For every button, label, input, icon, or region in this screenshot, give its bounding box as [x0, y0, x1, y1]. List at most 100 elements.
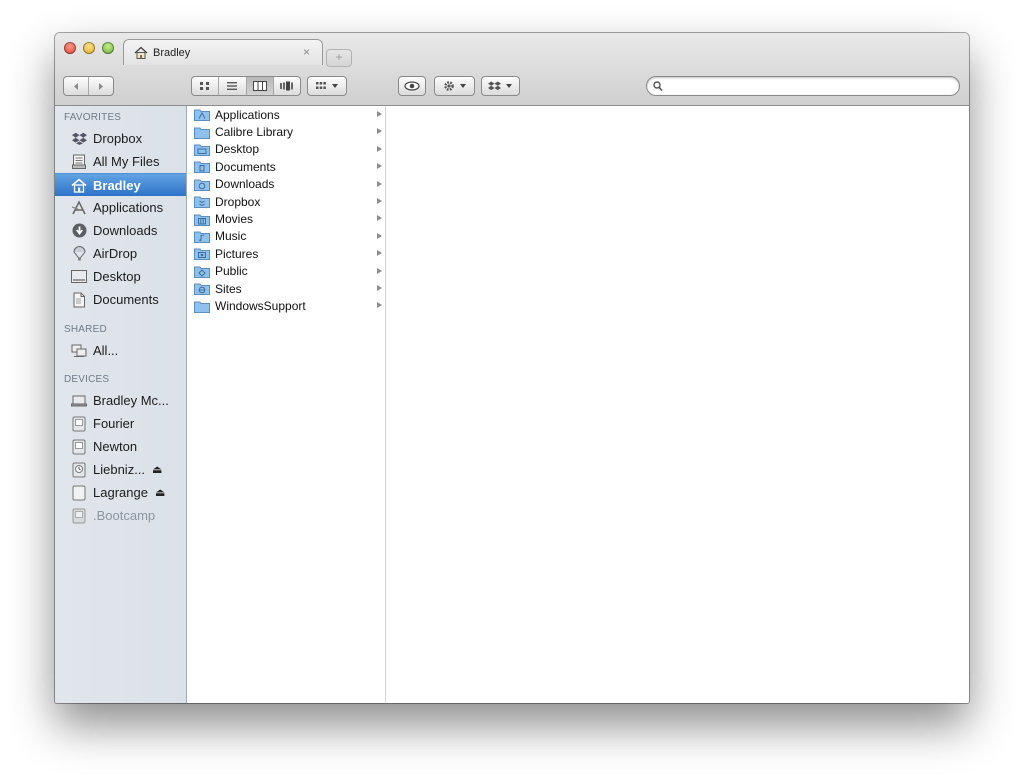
applications-folder-icon: [194, 109, 210, 122]
sidebar-item-label: All...: [93, 343, 119, 358]
forward-button[interactable]: [89, 77, 113, 95]
sidebar-item-desktop[interactable]: Desktop: [55, 265, 186, 288]
desktop-icon: [71, 270, 87, 283]
icon-view-button[interactable]: [192, 77, 220, 95]
sidebar-item-label: Desktop: [93, 269, 141, 284]
arrange-button[interactable]: [307, 76, 347, 96]
list-item-movies[interactable]: Movies: [187, 210, 385, 227]
sidebar-item-label: Dropbox: [93, 131, 143, 146]
column-view-button[interactable]: [246, 77, 274, 95]
sidebar-item-bootcamp[interactable]: .Bootcamp: [55, 504, 186, 527]
sidebar-item-label: Downloads: [93, 223, 158, 238]
sidebar: FAVORITES Dropbox All My Files Bradley A…: [55, 106, 187, 703]
action-button[interactable]: [434, 76, 475, 96]
sidebar-item-shared-all[interactable]: All...: [55, 339, 186, 362]
sidebar-item-label: AirDrop: [93, 246, 138, 261]
search-input[interactable]: [667, 78, 952, 94]
sidebar-item-label: Lagrange: [93, 485, 148, 500]
disclosure-arrow-icon: [377, 180, 382, 187]
disclosure-arrow-icon: [377, 215, 382, 222]
laptop-icon: [71, 395, 87, 406]
drive-icon: [72, 439, 86, 454]
disclosure-arrow-icon: [377, 198, 382, 204]
back-button[interactable]: [64, 77, 89, 95]
title-toolbar: Bradley × +: [55, 33, 969, 106]
airdrop-icon: [73, 246, 85, 261]
arrange-icon: [316, 82, 326, 89]
icon-grid-icon: [200, 82, 210, 90]
sidebar-item-newton[interactable]: Newton: [55, 435, 186, 458]
disclosure-arrow-icon: [377, 267, 382, 274]
new-tab-button[interactable]: +: [326, 49, 352, 67]
list-item-label: Desktop: [215, 142, 260, 157]
disclosure-arrow-icon: [377, 128, 382, 135]
search-icon: [653, 81, 663, 92]
coverflow-view-button[interactable]: [274, 77, 300, 95]
sidebar-item-downloads[interactable]: Downloads: [55, 219, 186, 242]
sidebar-item-dropbox[interactable]: Dropbox: [55, 127, 186, 150]
eject-icon[interactable]: ⏏: [152, 463, 162, 476]
list-item-documents[interactable]: Documents: [187, 158, 385, 175]
sidebar-item-bradley-mc[interactable]: Bradley Mc...: [55, 389, 186, 412]
list-item-label: Calibre Library: [215, 125, 294, 140]
columns-icon: [252, 81, 267, 91]
sidebar-item-applications[interactable]: Applications: [55, 196, 186, 219]
sidebar-item-label: Liebniz...: [93, 462, 146, 477]
sidebar-item-documents[interactable]: Documents: [55, 288, 186, 311]
close-window-button[interactable]: [64, 42, 76, 54]
list-item-downloads[interactable]: Downloads: [187, 176, 385, 193]
sidebar-item-lagrange[interactable]: Lagrange ⏏: [55, 481, 186, 504]
gear-icon: [443, 81, 454, 91]
eye-icon: [404, 81, 420, 91]
quick-look-button[interactable]: [398, 76, 426, 96]
chevron-down-icon: [459, 84, 466, 88]
public-folder-icon: [194, 266, 210, 278]
list-item-calibre-library[interactable]: Calibre Library: [187, 123, 385, 140]
back-forward-control: [63, 76, 114, 96]
sidebar-item-label: Bradley: [93, 177, 141, 193]
browser-column-1: Applications Calibre Library Desktop Doc…: [187, 106, 386, 703]
list-item-public[interactable]: Public: [187, 263, 385, 280]
minimize-window-button[interactable]: [83, 42, 95, 54]
eject-icon[interactable]: ⏏: [155, 486, 165, 499]
list-item-music[interactable]: Music: [187, 228, 385, 245]
close-tab-icon[interactable]: ×: [303, 45, 310, 59]
list-item-desktop[interactable]: Desktop: [187, 141, 385, 158]
dropbox-icon: [488, 81, 501, 90]
list-view-button[interactable]: [219, 77, 247, 95]
pictures-folder-icon: [194, 248, 210, 261]
sites-folder-icon: [194, 283, 210, 296]
tab-bradley[interactable]: Bradley ×: [123, 39, 323, 65]
list-item-dropbox[interactable]: Dropbox: [187, 193, 385, 210]
sidebar-item-liebniz[interactable]: Liebniz... ⏏: [55, 458, 186, 481]
browser-column-2: [386, 106, 969, 703]
sidebar-item-fourier[interactable]: Fourier: [55, 412, 186, 435]
desktop-folder-icon: [194, 144, 210, 156]
list-item-windowssupport[interactable]: WindowsSupport: [187, 297, 385, 314]
sidebar-item-all-my-files[interactable]: All My Files: [55, 150, 186, 173]
applications-icon: [71, 199, 86, 214]
list-item-label: WindowsSupport: [215, 299, 306, 314]
zoom-window-button[interactable]: [102, 42, 114, 54]
favorites-header: FAVORITES: [64, 112, 122, 123]
view-mode-control: [191, 76, 301, 96]
search-field[interactable]: [646, 76, 960, 96]
documents-icon: [73, 292, 85, 307]
chevron-down-icon: [506, 84, 512, 88]
sidebar-item-label: Bradley Mc...: [93, 393, 169, 408]
sidebar-item-label: .Bootcamp: [93, 508, 156, 523]
folder-icon: [194, 301, 210, 313]
dropbox-toolbar-button[interactable]: [481, 76, 520, 96]
list-item-sites[interactable]: Sites: [187, 280, 385, 297]
folder-icon: [194, 127, 210, 139]
back-arrow-icon: [74, 82, 78, 90]
list-item-applications[interactable]: Applications: [187, 106, 385, 123]
list-item-label: Music: [215, 229, 247, 244]
disclosure-arrow-icon: [377, 232, 382, 239]
list-item-label: Documents: [215, 159, 276, 174]
list-item-pictures[interactable]: Pictures: [187, 245, 385, 262]
sidebar-item-airdrop[interactable]: AirDrop: [55, 242, 186, 265]
sidebar-item-bradley[interactable]: Bradley: [55, 173, 186, 196]
disclosure-arrow-icon: [377, 163, 382, 170]
chevron-down-icon: [332, 84, 338, 88]
